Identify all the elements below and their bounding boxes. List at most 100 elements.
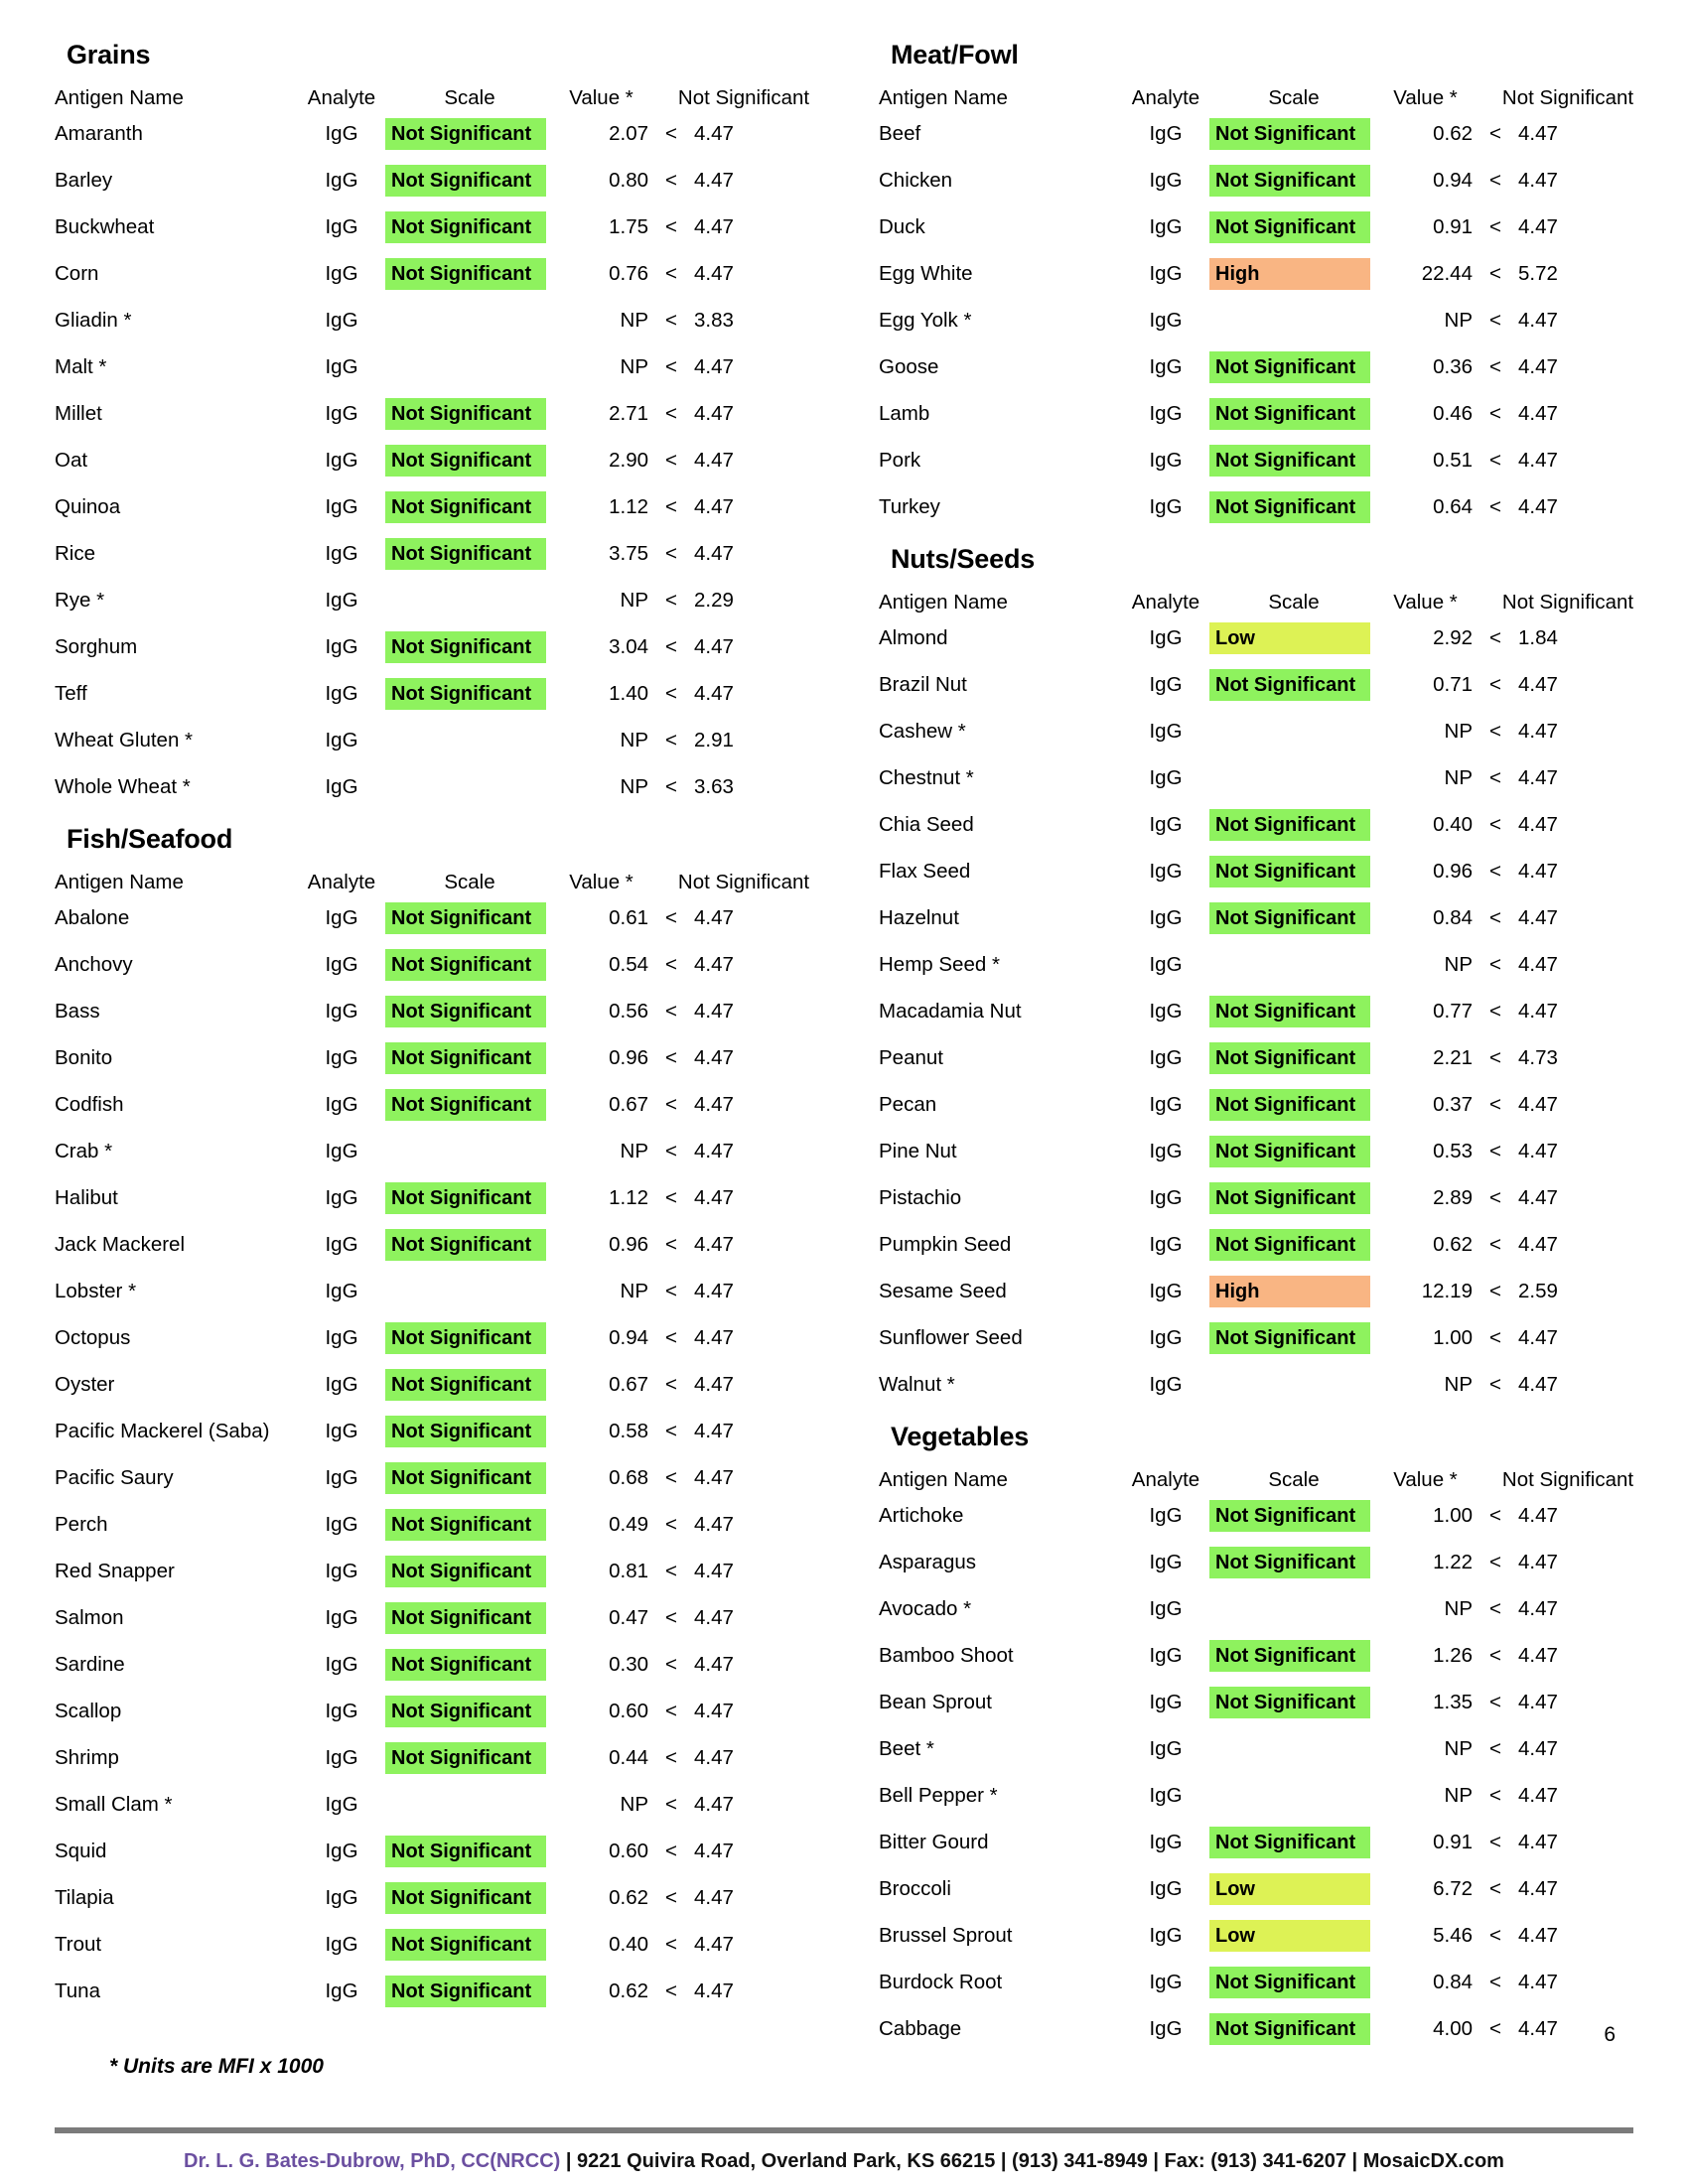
antigen-name-cell: Teff <box>55 681 87 705</box>
reference-cell: 4.47 <box>1518 1503 1558 1527</box>
analyte-cell: IgG <box>325 1885 358 1909</box>
reference-cell: 4.47 <box>694 1045 734 1069</box>
scale-cell: Not Significant <box>385 1734 554 1781</box>
report-columns: Grains Antigen Name Analyte Scale Value * Not… <box>55 40 1633 2054</box>
value-cell: 0.68 <box>609 1465 648 1489</box>
antigen-name-cell: Hazelnut <box>879 905 959 929</box>
analyte-cell: IgG <box>325 1979 358 2002</box>
scale-badge: Not Significant <box>385 1415 546 1447</box>
antigen-name-cell: Pistachio <box>879 1185 962 1209</box>
table-row: Bean Sprout IgG Not Significant 1.35 <4.47 <box>879 1679 1663 1725</box>
scale-badge: Not Significant <box>385 1461 546 1494</box>
reference-cell: 4.47 <box>1518 765 1558 789</box>
less-than-symbol: < <box>665 774 677 798</box>
analyte-cell: IgG <box>325 681 358 705</box>
less-than-symbol: < <box>1489 1970 1501 1993</box>
antigen-name-cell: Squid <box>55 1839 107 1862</box>
scale-cell <box>385 343 554 390</box>
less-than-symbol: < <box>1489 1550 1501 1573</box>
table-row: Pumpkin Seed IgG Not Significant 0.62 <4.47 <box>879 1221 1663 1268</box>
analyte-cell: IgG <box>1149 1232 1183 1256</box>
column-header-antigen-name: Antigen Name <box>879 591 1008 614</box>
reference-cell: 4.47 <box>1518 1139 1558 1162</box>
less-than-symbol: < <box>665 1839 677 1862</box>
scale-cell: Not Significant <box>1209 661 1378 708</box>
scale-badge: Not Significant <box>385 1835 546 1867</box>
value-cell: 2.07 <box>609 121 648 145</box>
table-row: Sardine IgG Not Significant 0.30 <4.47 <box>55 1641 839 1688</box>
analyte-cell: IgG <box>325 1185 358 1209</box>
scale-cell: Not Significant <box>385 1174 554 1221</box>
analyte-cell: IgG <box>1149 719 1183 743</box>
scale-cell <box>1209 754 1378 801</box>
scale-badge: Not Significant <box>1209 350 1370 383</box>
units-footnote: * Units are MFI x 1000 <box>109 2055 324 2078</box>
table-row: Malt * IgG NP <4.47 <box>55 343 839 390</box>
analyte-cell: IgG <box>1149 494 1183 518</box>
antigen-name-cell: Trout <box>55 1932 102 1956</box>
antigen-name-cell: Turkey <box>879 494 940 518</box>
table-row: Perch IgG Not Significant 0.49 <4.47 <box>55 1501 839 1548</box>
reference-cell: 4.47 <box>694 448 734 472</box>
table-row: Chia Seed IgG Not Significant 0.40 <4.47 <box>879 801 1663 848</box>
scale-badge <box>1209 1733 1370 1765</box>
reference-cell: 4.47 <box>1518 1970 1558 1993</box>
scale-badge: Not Significant <box>385 1508 546 1541</box>
less-than-symbol: < <box>1489 625 1501 649</box>
scale-cell: Low <box>1209 1865 1378 1912</box>
analyte-cell: IgG <box>1149 1045 1183 1069</box>
antigen-name-cell: Burdock Root <box>879 1970 1003 1993</box>
table-row: Pacific Saury IgG Not Significant 0.68 <4.47 <box>55 1454 839 1501</box>
reference-cell: 4.47 <box>694 1232 734 1256</box>
scale-cell: Not Significant <box>1209 110 1378 157</box>
antigen-name-cell: Sunflower Seed <box>879 1325 1023 1349</box>
antigen-group: Vegetables Antigen Name Analyte Scale Value … <box>879 1422 1663 2052</box>
table-row: Oyster IgG Not Significant 0.67 <4.47 <box>55 1361 839 1408</box>
scale-badge: Not Significant <box>1209 668 1370 701</box>
reference-cell: 4.47 <box>1518 354 1558 378</box>
value-cell: NP <box>1444 1736 1473 1760</box>
reference-cell: 4.47 <box>1518 214 1558 238</box>
value-cell: NP <box>1444 1596 1473 1620</box>
value-cell: 2.89 <box>1433 1185 1473 1209</box>
less-than-symbol: < <box>1489 1139 1501 1162</box>
value-cell: NP <box>620 588 648 612</box>
value-cell: 1.12 <box>609 494 648 518</box>
antigen-name-cell: Bell Pepper * <box>879 1783 998 1807</box>
reference-cell: 1.84 <box>1518 625 1558 649</box>
less-than-symbol: < <box>665 905 677 929</box>
table-row: Amaranth IgG Not Significant 2.07 <4.47 <box>55 110 839 157</box>
analyte-cell: IgG <box>325 1932 358 1956</box>
scale-cell: Not Significant <box>385 1454 554 1501</box>
table-row: Cabbage IgG Not Significant 4.00 <4.47 <box>879 2005 1663 2052</box>
scale-cell: Not Significant <box>1209 1959 1378 2005</box>
less-than-symbol: < <box>1489 1690 1501 1713</box>
table-row: Millet IgG Not Significant 2.71 <4.47 <box>55 390 839 437</box>
reference-cell: 4.47 <box>694 1465 734 1489</box>
less-than-symbol: < <box>1489 719 1501 743</box>
value-cell: 0.91 <box>1433 214 1473 238</box>
less-than-symbol: < <box>1489 214 1501 238</box>
table-row: Crab * IgG NP <4.47 <box>55 1128 839 1174</box>
analyte-cell: IgG <box>325 494 358 518</box>
scale-cell <box>385 717 554 763</box>
table-row: Hazelnut IgG Not Significant 0.84 <4.47 <box>879 894 1663 941</box>
table-row: Rice IgG Not Significant 3.75 <4.47 <box>55 530 839 577</box>
value-cell: 1.75 <box>609 214 648 238</box>
value-cell: 1.12 <box>609 1185 648 1209</box>
less-than-symbol: < <box>665 1372 677 1396</box>
table-row: Sunflower Seed IgG Not Significant 1.00 <4.4… <box>879 1314 1663 1361</box>
value-cell: 1.00 <box>1433 1503 1473 1527</box>
column-header-reference: Not Significant <box>1501 86 1634 109</box>
less-than-symbol: < <box>665 1745 677 1769</box>
column-header-reference: Not Significant <box>1501 1468 1634 1491</box>
scale-badge <box>1209 716 1370 748</box>
scale-badge: Not Significant <box>1209 1546 1370 1578</box>
value-cell: NP <box>620 1139 648 1162</box>
less-than-symbol: < <box>1489 1092 1501 1116</box>
scale-badge: Not Significant <box>385 995 546 1027</box>
scale-badge: Not Significant <box>385 397 546 430</box>
scale-cell: Not Significant <box>385 483 554 530</box>
less-than-symbol: < <box>1489 494 1501 518</box>
reference-cell: 4.47 <box>1518 308 1558 332</box>
